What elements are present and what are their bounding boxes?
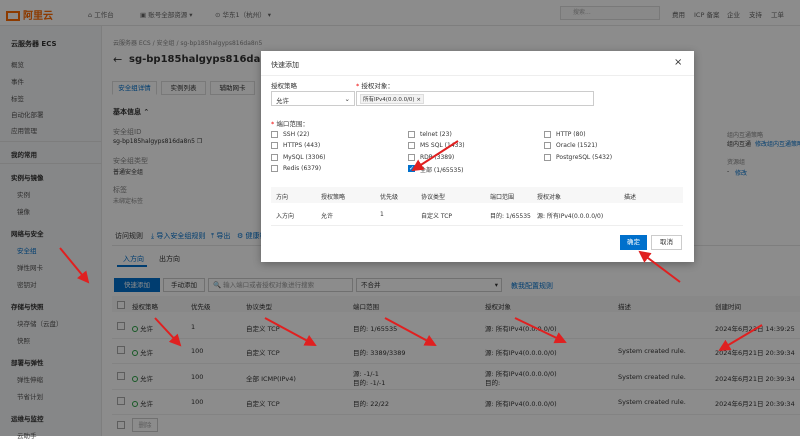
arrow-to-all-ports	[411, 140, 459, 172]
arrow-row-time	[718, 324, 763, 352]
annotation-arrows	[59, 140, 763, 352]
arrow-row-protocol	[264, 317, 317, 346]
arrow-to-ok	[638, 250, 681, 283]
arrow-to-quick-add	[59, 247, 90, 284]
arrow-row-port	[384, 317, 437, 346]
arrow-row-target	[514, 317, 567, 344]
arrow-row-policy	[154, 317, 182, 347]
